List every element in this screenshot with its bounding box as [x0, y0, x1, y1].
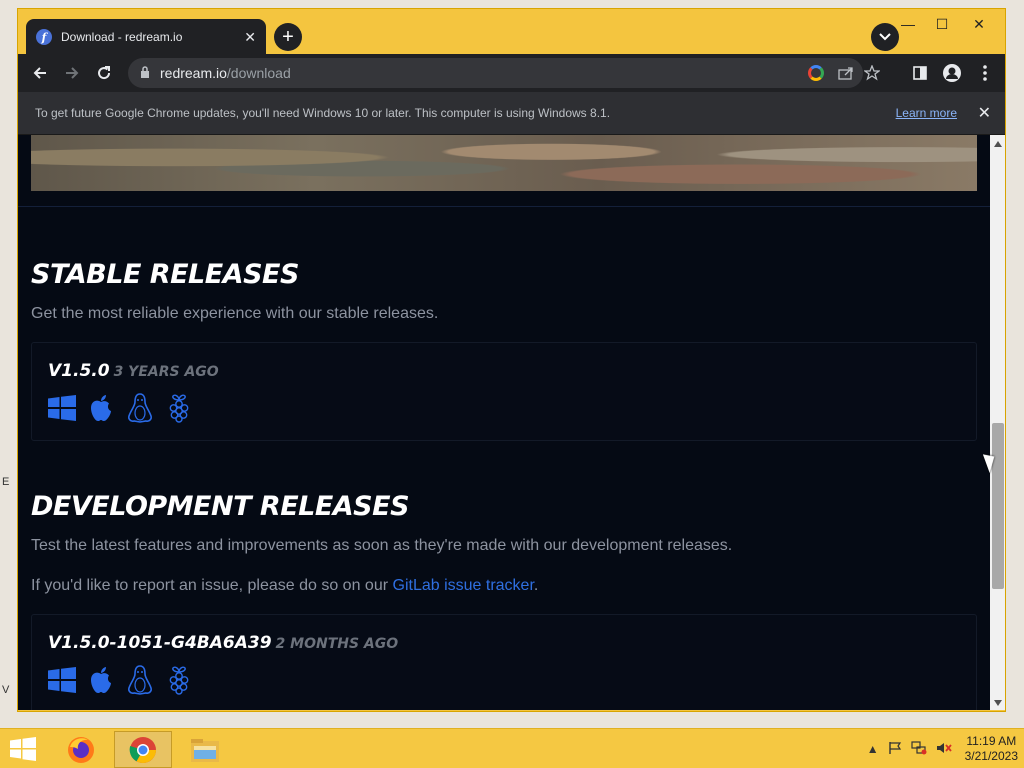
- url-path: /download: [226, 65, 291, 81]
- browser-toolbar: redream.io/download: [18, 54, 1005, 92]
- update-infobar: To get future Google Chrome updates, you…: [18, 92, 1005, 135]
- redream-favicon-icon: f: [36, 29, 52, 45]
- platform-downloads: [48, 664, 193, 696]
- volume-muted-icon[interactable]: [936, 741, 952, 758]
- scrollbar-thumb[interactable]: [992, 423, 1004, 589]
- development-release-card: V1.5.0-1051-G4BA6A39 2 MONTHS AGO: [31, 614, 977, 710]
- firefox-icon: [68, 736, 94, 763]
- page-scrollbar[interactable]: [990, 135, 1005, 710]
- hero-image: [31, 135, 977, 191]
- development-releases-description: Test the latest features and improvement…: [31, 537, 733, 554]
- address-bar[interactable]: redream.io/download: [128, 58, 880, 88]
- release-age: 3 YEARS AGO: [113, 364, 219, 380]
- linux-icon[interactable]: [126, 392, 154, 424]
- windows-logo-icon: [10, 737, 36, 761]
- stable-releases-heading: STABLE RELEASES: [31, 259, 299, 290]
- window-controls: — ☐ ✕: [891, 13, 999, 35]
- profile-button[interactable]: [936, 57, 968, 89]
- chrome-icon: [129, 736, 156, 763]
- scroll-down-arrow-icon[interactable]: [994, 700, 1002, 706]
- share-icon: [838, 67, 853, 80]
- arrow-left-icon: [33, 67, 46, 79]
- scroll-up-arrow-icon[interactable]: [994, 141, 1002, 147]
- close-window-button[interactable]: ✕: [959, 13, 999, 35]
- google-lens-button[interactable]: [804, 61, 828, 85]
- taskbar-firefox[interactable]: [52, 731, 110, 768]
- new-tab-button[interactable]: +: [274, 23, 302, 51]
- taskbar-clock[interactable]: 11:19 AM 3/21/2023: [965, 734, 1018, 764]
- bookmark-button[interactable]: [860, 61, 884, 85]
- forward-button[interactable]: [56, 57, 88, 89]
- show-hidden-icons-icon[interactable]: ▲: [867, 742, 879, 756]
- tab-title: Download - redream.io: [61, 30, 183, 44]
- menu-button[interactable]: [969, 57, 1001, 89]
- action-center-flag-icon[interactable]: [888, 741, 902, 758]
- taskbar-chrome[interactable]: [114, 731, 172, 768]
- browser-window: f Download - redream.io ✕ + — ☐ ✕ redrea…: [17, 8, 1006, 712]
- apple-icon[interactable]: [87, 392, 115, 424]
- share-button[interactable]: [834, 61, 858, 85]
- release-age: 2 MONTHS AGO: [275, 636, 399, 652]
- avatar-icon: [943, 64, 961, 82]
- learn-more-link[interactable]: Learn more: [896, 106, 957, 120]
- tab-close-icon[interactable]: ✕: [244, 29, 256, 46]
- chevron-down-icon: [879, 33, 891, 41]
- release-version: V1.5.0: [48, 361, 110, 381]
- star-icon: [864, 65, 880, 81]
- desktop-icon-label: E: [2, 476, 10, 488]
- stable-release-card: V1.5.0 3 YEARS AGO: [31, 342, 977, 441]
- maximize-button[interactable]: ☐: [925, 13, 959, 35]
- back-button[interactable]: [24, 57, 56, 89]
- google-icon: [808, 65, 824, 81]
- arrow-right-icon: [66, 67, 79, 79]
- tab-download[interactable]: f Download - redream.io ✕: [26, 19, 266, 55]
- issue-report-text: If you'd like to report an issue, please…: [31, 577, 538, 595]
- apple-icon[interactable]: [87, 664, 115, 696]
- release-version: V1.5.0-1051-G4BA6A39: [48, 633, 272, 653]
- windows-icon[interactable]: [48, 392, 76, 424]
- side-panel-icon: [913, 66, 927, 80]
- gitlab-issue-tracker-link[interactable]: GitLab issue tracker: [393, 577, 534, 594]
- taskbar-file-explorer[interactable]: [176, 731, 234, 768]
- raspberry-pi-icon[interactable]: [165, 664, 193, 696]
- infobar-close-icon[interactable]: ✕: [978, 103, 991, 123]
- lock-icon[interactable]: [140, 65, 150, 81]
- reload-button[interactable]: [88, 57, 120, 89]
- issue-report-suffix: .: [533, 577, 539, 594]
- windows-icon[interactable]: [48, 664, 76, 696]
- infobar-message: To get future Google Chrome updates, you…: [35, 106, 611, 120]
- folder-icon: [191, 738, 219, 762]
- raspberry-pi-icon[interactable]: [165, 392, 193, 424]
- side-panel-button[interactable]: [904, 57, 936, 89]
- system-tray: ▲ 11:19 AM 3/21/2023: [867, 729, 1018, 768]
- minimize-button[interactable]: —: [891, 13, 925, 35]
- tab-strip: f Download - redream.io ✕ + — ☐ ✕: [18, 9, 1005, 55]
- linux-icon[interactable]: [126, 664, 154, 696]
- url-host: redream.io: [160, 65, 227, 81]
- reload-icon: [98, 66, 111, 80]
- platform-downloads: [48, 392, 193, 424]
- divider: [18, 206, 990, 207]
- network-icon[interactable]: [911, 740, 927, 758]
- taskbar: ▲ 11:19 AM 3/21/2023: [0, 728, 1024, 768]
- stable-releases-description: Get the most reliable experience with ou…: [31, 305, 439, 322]
- page-viewport: STABLE RELEASES Get the most reliable ex…: [18, 135, 990, 710]
- start-button[interactable]: [8, 737, 38, 761]
- clock-time: 11:19 AM: [966, 734, 1017, 748]
- development-releases-heading: DEVELOPMENT RELEASES: [31, 491, 410, 522]
- clock-date: 3/21/2023: [964, 749, 1018, 763]
- kebab-menu-icon: [983, 65, 987, 81]
- issue-report-prefix: If you'd like to report an issue, please…: [31, 577, 393, 594]
- desktop-icon-label: V: [2, 684, 10, 696]
